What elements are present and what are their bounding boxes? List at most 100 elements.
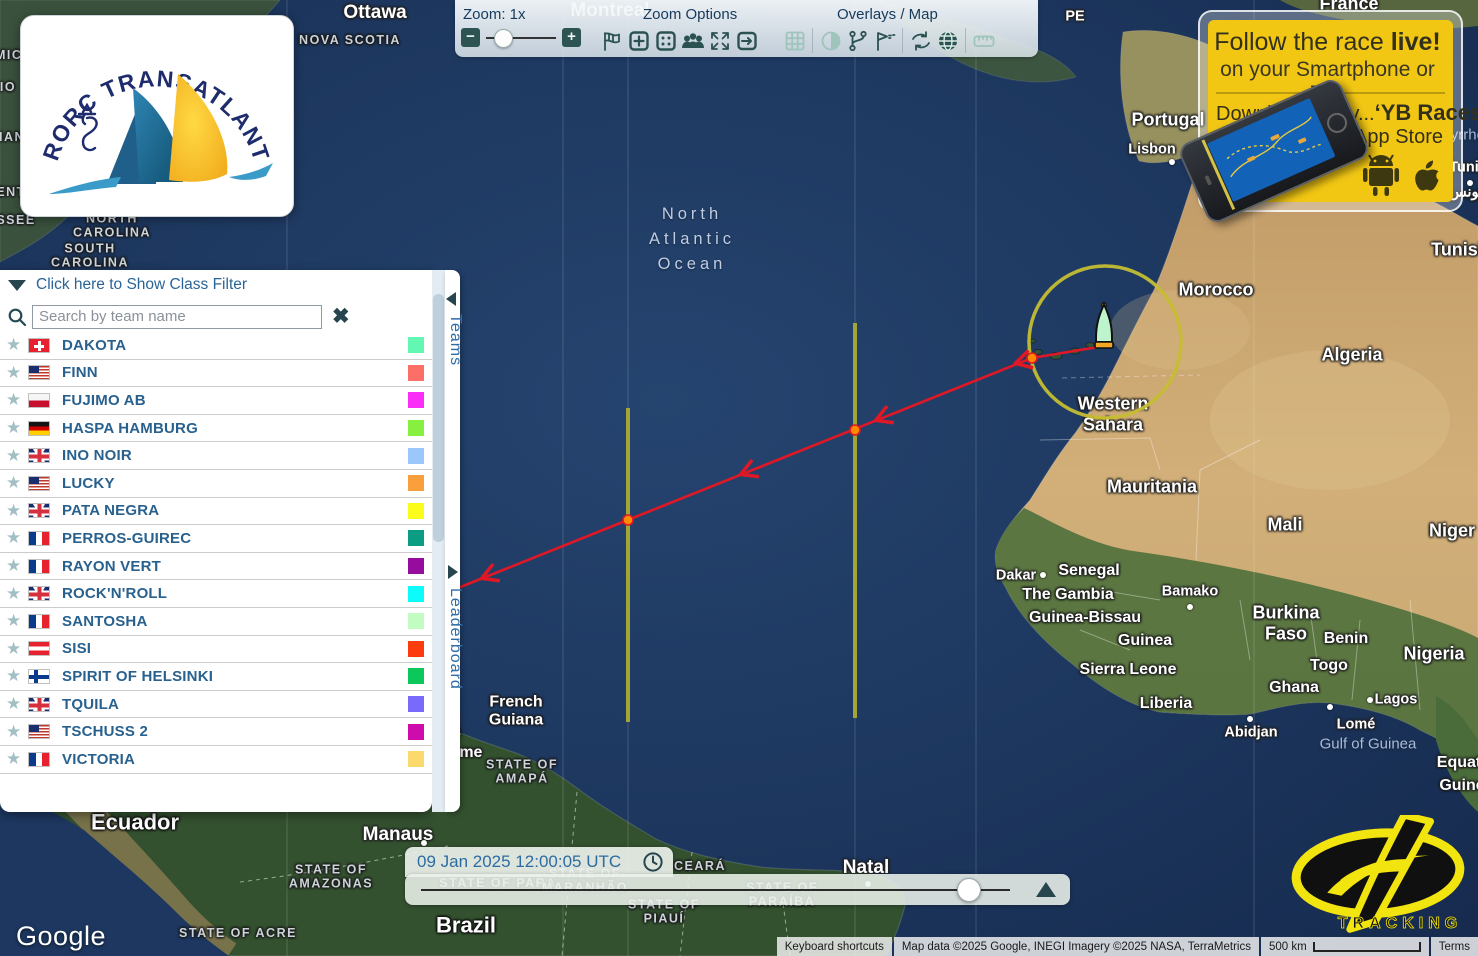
- team-name: TQUILA: [62, 696, 408, 713]
- team-row[interactable]: ★ FUJIMO AB: [0, 387, 432, 415]
- android-icon: [1363, 155, 1399, 196]
- star-icon[interactable]: ★: [6, 501, 28, 521]
- race-flag-icon[interactable]: [598, 28, 625, 53]
- play-icon[interactable]: [1036, 882, 1056, 897]
- map-label: Brazil: [436, 912, 496, 937]
- star-icon[interactable]: ★: [6, 473, 28, 493]
- pan-box-icon[interactable]: [733, 28, 760, 53]
- team-row[interactable]: ★ SISI: [0, 636, 432, 664]
- chevron-down-icon: [8, 280, 26, 291]
- team-row[interactable]: ★ VICTORIA: [0, 746, 432, 774]
- map-label: French Guiana: [489, 694, 543, 731]
- grid-icon[interactable]: [781, 28, 808, 53]
- expand-leaderboard-icon[interactable]: [448, 565, 458, 579]
- team-row[interactable]: ★ PATA NEGRA: [0, 498, 432, 526]
- team-name: HASPA HAMBURG: [62, 420, 408, 437]
- city-dot: [1169, 159, 1175, 165]
- star-icon[interactable]: ★: [6, 722, 28, 742]
- globe-icon[interactable]: [934, 28, 961, 53]
- route-fork-icon[interactable]: [844, 28, 871, 53]
- team-search-row: ✖: [0, 301, 432, 332]
- promo-banner[interactable]: Follow the race live! on your Smartphone…: [1198, 10, 1463, 212]
- team-row[interactable]: ★ SPIRIT OF HELSINKI: [0, 663, 432, 691]
- clear-search-icon[interactable]: ✖: [332, 306, 350, 327]
- clock-icon[interactable]: [641, 850, 665, 874]
- team-row[interactable]: ★ INO NOIR: [0, 442, 432, 470]
- map-label: Bamako: [1162, 584, 1218, 601]
- star-icon[interactable]: ★: [6, 335, 28, 355]
- star-icon[interactable]: ★: [6, 418, 28, 438]
- tab-teams[interactable]: Teams: [438, 314, 464, 366]
- team-color-swatch: [408, 751, 424, 767]
- city-dot: [1040, 572, 1046, 578]
- team-row[interactable]: ★ SANTOSHA: [0, 608, 432, 636]
- wind-flag-icon[interactable]: [871, 28, 898, 53]
- team-row[interactable]: ★ FINN: [0, 360, 432, 388]
- team-name: FINN: [62, 364, 408, 381]
- team-color-swatch: [408, 503, 424, 519]
- teams-panel-body: Click here to Show Class Filter ✖ ★ DAKO…: [0, 270, 432, 812]
- class-filter-toggle[interactable]: Click here to Show Class Filter: [0, 270, 247, 300]
- time-slider[interactable]: [405, 874, 1070, 905]
- zoom-box-dots-icon[interactable]: [652, 28, 679, 53]
- zoom-in-button[interactable]: +: [562, 28, 581, 47]
- fleet-icon[interactable]: [679, 28, 706, 53]
- contrast-icon[interactable]: [817, 28, 844, 53]
- terms-link[interactable]: Terms: [1431, 937, 1478, 956]
- team-color-swatch: [408, 448, 424, 464]
- team-name: DAKOTA: [62, 337, 408, 354]
- keyboard-shortcuts-button[interactable]: Keyboard shortcuts: [777, 937, 892, 956]
- star-icon[interactable]: ★: [6, 556, 28, 576]
- team-row[interactable]: ★ HASPA HAMBURG: [0, 415, 432, 443]
- map-label: SOUTH CAROLINA: [51, 242, 129, 271]
- star-icon[interactable]: ★: [6, 363, 28, 383]
- collapse-teams-icon[interactable]: [446, 292, 456, 306]
- map-label: Lagos: [1375, 692, 1418, 709]
- star-icon[interactable]: ★: [6, 584, 28, 604]
- city-dot: [1467, 180, 1473, 186]
- star-icon[interactable]: ★: [6, 611, 28, 631]
- star-icon[interactable]: ★: [6, 694, 28, 714]
- team-flag-icon: [28, 559, 50, 574]
- team-row[interactable]: ★ PERROS-GUIREC: [0, 525, 432, 553]
- tab-leaderboard[interactable]: Leaderboard: [438, 588, 464, 690]
- team-name: INO NOIR: [62, 447, 408, 464]
- map-label: PE: [1065, 9, 1084, 26]
- star-icon[interactable]: ★: [6, 390, 28, 410]
- refresh-arrows-icon[interactable]: [907, 28, 934, 53]
- scale-control: 500 km: [1261, 937, 1429, 956]
- map-label: Nigeria: [1403, 644, 1464, 665]
- team-row[interactable]: ★ LUCKY: [0, 470, 432, 498]
- class-filter-label: Click here to Show Class Filter: [36, 276, 247, 294]
- team-flag-icon: [28, 421, 50, 436]
- star-icon[interactable]: ★: [6, 749, 28, 769]
- expand-icon[interactable]: [706, 28, 733, 53]
- map-label: Lomé: [1337, 717, 1376, 734]
- time-slider-knob[interactable]: [957, 878, 981, 902]
- team-row[interactable]: ★ TQUILA: [0, 691, 432, 719]
- zoom-slider-knob[interactable]: [494, 29, 513, 48]
- map-label: Western Sahara: [1078, 393, 1149, 434]
- team-row[interactable]: ★ TSCHUSS 2: [0, 718, 432, 746]
- star-icon[interactable]: ★: [6, 639, 28, 659]
- star-icon[interactable]: ★: [6, 666, 28, 686]
- search-input[interactable]: [32, 305, 322, 329]
- team-row[interactable]: ★ DAKOTA: [0, 332, 432, 360]
- race-logo: RORC TRANSATLANTIC RACE: [20, 15, 294, 217]
- team-row[interactable]: ★ ROCK'N'ROLL: [0, 580, 432, 608]
- google-logo[interactable]: Google: [16, 921, 106, 952]
- yb-tracking-logo: TRACKING: [1288, 815, 1474, 937]
- star-icon[interactable]: ★: [6, 528, 28, 548]
- map-label: Sierra Leone: [1080, 661, 1177, 679]
- star-icon[interactable]: ★: [6, 446, 28, 466]
- team-name: RAYON VERT: [62, 558, 408, 575]
- team-row[interactable]: ★ RAYON VERT: [0, 553, 432, 581]
- ruler-icon[interactable]: [970, 28, 997, 53]
- team-color-swatch: [408, 586, 424, 602]
- map-label: CEARÁ: [674, 859, 726, 873]
- zoom-box-plus-icon[interactable]: [625, 28, 652, 53]
- scale-text: 500 km: [1269, 941, 1307, 953]
- zoom-out-button[interactable]: −: [461, 28, 480, 47]
- team-name: ROCK'N'ROLL: [62, 585, 408, 602]
- zoom-slider[interactable]: [486, 28, 556, 47]
